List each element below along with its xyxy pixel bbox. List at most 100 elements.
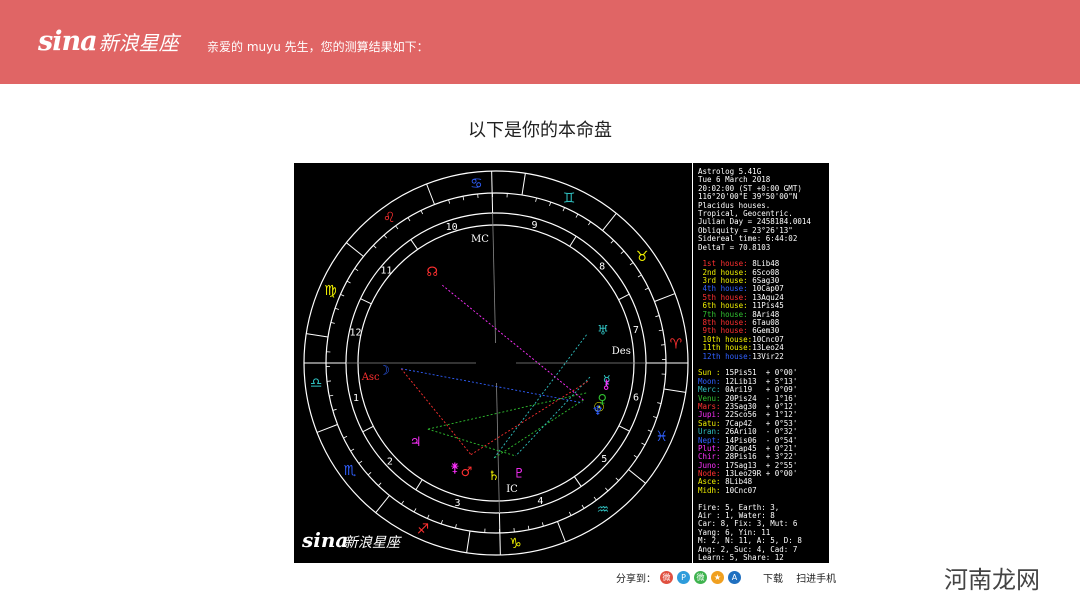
qq-icon[interactable]: A [728, 571, 741, 584]
wechat-icon[interactable]: 微 [694, 571, 707, 584]
degree-tick [655, 315, 660, 318]
house-cusp [360, 298, 372, 305]
qzone-icon[interactable]: P [677, 571, 690, 584]
sign-divider [466, 530, 471, 553]
degree-tick [407, 217, 411, 222]
degree-tick [535, 197, 537, 202]
degree-tick [332, 408, 337, 411]
house-number: 8 [599, 262, 605, 273]
degree-tick [358, 460, 363, 464]
sign-divider [346, 242, 364, 257]
degree-tick [383, 234, 387, 239]
house-cusp [498, 512, 501, 555]
house-number: 6 [633, 393, 639, 404]
sign-divider [426, 183, 435, 205]
weibo-icon[interactable]: 微 [660, 571, 673, 584]
house-number: 12 [349, 327, 361, 338]
degree-tick [455, 524, 457, 529]
degree-tick [330, 322, 335, 324]
sign-divider [557, 521, 566, 543]
aspect-line [493, 399, 584, 459]
aspect-line [427, 392, 587, 430]
leo-icon: ♌ [383, 210, 396, 226]
degree-tick [568, 511, 572, 516]
degree-tick [373, 245, 377, 249]
ic-label: IC [506, 484, 518, 495]
house-cusp [569, 235, 577, 247]
sina-logo-text: sina [38, 26, 98, 57]
natal-chart-image: ♈ ♉ ♊ ♋ ♌ ♍ ♎ ♏ ♐ ♑ ♒ ♓ 1 2 3 4 5 6 7 8 9 10 11 12 Asc Des MC IC ☉ ☽ ☿… [294, 163, 829, 563]
sign-divider [316, 424, 338, 433]
sina-logo[interactable]: sina 新浪星座 [38, 26, 179, 57]
degree-tick [448, 199, 451, 204]
capricorn-icon: ♑ [509, 536, 522, 552]
mc-label: MC [471, 234, 489, 245]
degree-tick [593, 496, 597, 501]
degree-tick [581, 504, 585, 509]
degree-tick [629, 262, 634, 266]
page-title: 以下是你的本命盘 [468, 120, 612, 141]
download-link[interactable]: 下载 [763, 574, 783, 585]
degree-tick [346, 280, 351, 284]
degree-tick [329, 394, 334, 397]
degree-tick [653, 416, 658, 419]
scorpio-icon: ♏ [344, 463, 357, 479]
chart-divider [692, 163, 693, 563]
site-watermark: 河南龙网 [944, 566, 1040, 594]
house-cusp [573, 476, 582, 487]
degree-tick [644, 287, 649, 291]
sign-divider [375, 495, 390, 513]
house-value: 13Vir22 [752, 351, 784, 361]
house-cusp [415, 479, 423, 491]
degree-tick [562, 207, 565, 212]
planet-glyph-icon: ♃ [410, 435, 422, 450]
share-label: 分享到： [616, 574, 656, 585]
aspect-line [470, 379, 590, 456]
scan-to-phone-link[interactable]: 扫进手机 [796, 574, 836, 585]
planet-row: Midh: 10Cnc07 [698, 485, 811, 495]
degree-tick [658, 329, 663, 332]
degree-tick [378, 482, 382, 486]
axis-line [496, 382, 500, 513]
sign-divider [306, 333, 329, 338]
virgo-icon: ♍ [324, 283, 337, 299]
share-bar: 分享到： 微 P 微 ★ A 下载 扫进手机 [616, 570, 846, 585]
chart-wheel: ♈♉♊♋♌♍♎♏♐♑♒♓123 456789101112AscDesMCIC☉☽☿… [301, 170, 689, 556]
axis-line [492, 213, 496, 344]
greeting-text: 亲爱的 muyu 先生，您的测算结果如下： [207, 40, 429, 54]
degree-tick [334, 307, 339, 310]
cancer-icon: ♋ [470, 176, 483, 192]
degree-tick [420, 210, 424, 215]
degree-tick [401, 500, 404, 505]
planet-glyph-icon: ♆ [592, 404, 604, 419]
degree-tick [588, 221, 591, 226]
sign-divider [628, 469, 646, 484]
aspect-line [401, 368, 583, 404]
house-row: 12th house:13Vir22 [698, 351, 811, 361]
planet-glyph-icon: ♂ [461, 465, 473, 480]
house-number: 5 [601, 454, 607, 465]
house-number: 10 [446, 222, 458, 233]
degree-tick [354, 268, 359, 271]
degree-tick [350, 448, 355, 452]
planet-position: 10Cnc07 [725, 485, 766, 495]
planet-glyph-icon: ☊ [426, 265, 438, 280]
house-number: 3 [455, 498, 461, 509]
house-number: 4 [537, 496, 543, 507]
house-number: 9 [531, 220, 537, 231]
degree-tick [605, 487, 609, 492]
aries-icon: ♈ [670, 336, 683, 352]
des-label: Des [612, 346, 631, 357]
degree-tick [527, 525, 530, 530]
planet-glyph-icon: ♇ [513, 467, 525, 482]
qqspace-icon[interactable]: ★ [711, 571, 724, 584]
house-cusp [491, 171, 494, 214]
aquarius-icon: ♒ [597, 502, 610, 518]
planet-glyph-icon: ♄ [488, 469, 500, 484]
planet-glyph-icon: ⚵ [450, 461, 460, 476]
info-header-line: DeltaT = 70.8103 [698, 242, 771, 252]
degree-tick [343, 435, 348, 439]
degree-tick [575, 213, 579, 218]
house-number: 7 [633, 325, 639, 336]
pisces-icon: ♓ [655, 429, 668, 445]
